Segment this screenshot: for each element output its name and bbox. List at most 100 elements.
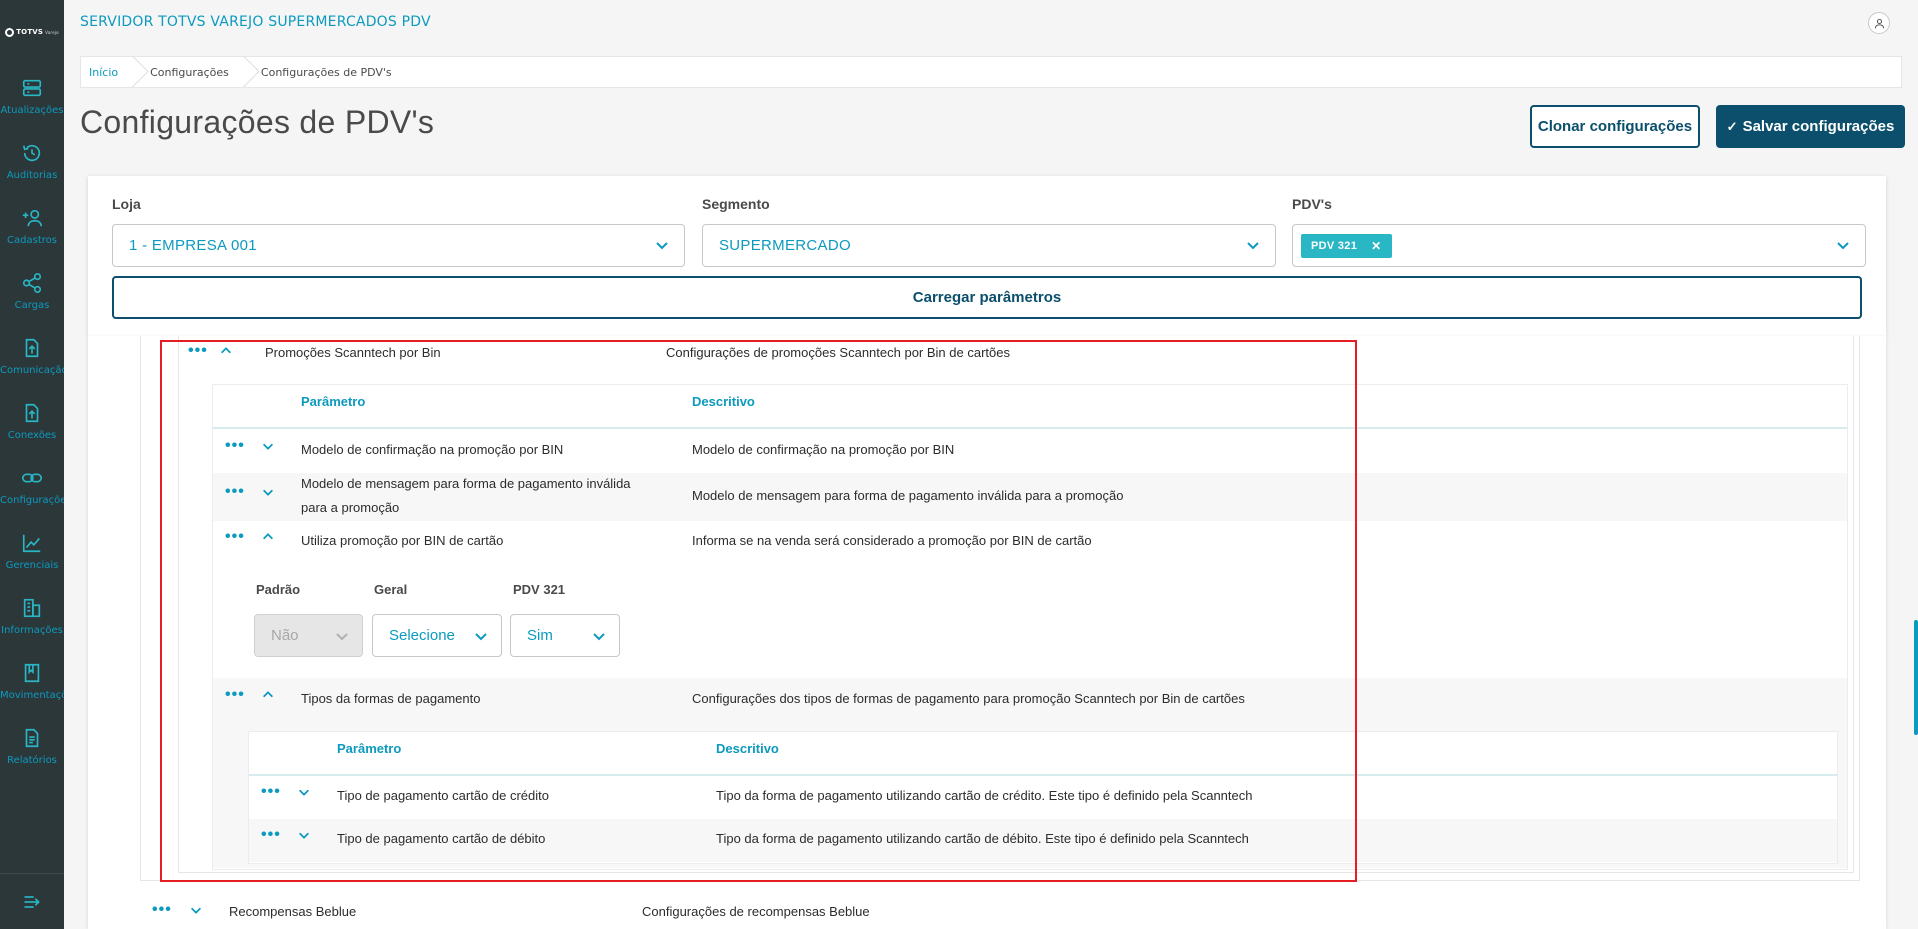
sidebar-item-informacoes[interactable]: Informações xyxy=(0,584,64,649)
chevron-down-icon xyxy=(1245,237,1261,253)
chart-icon xyxy=(22,534,41,553)
breadcrumb-separator xyxy=(239,57,249,87)
book-icon xyxy=(24,663,40,683)
geral-value: Selecione xyxy=(389,627,455,644)
chevron-up-icon[interactable] xyxy=(218,343,234,359)
geral-select[interactable]: Selecione xyxy=(372,614,502,657)
breadcrumb-configuracoes[interactable]: Configurações xyxy=(150,57,239,87)
column-header-parametro: Parâmetro xyxy=(301,394,366,409)
loja-value: 1 - EMPRESA 001 xyxy=(129,237,257,254)
user-icon xyxy=(1874,18,1884,28)
document-icon xyxy=(25,728,39,748)
top-bar: SERVIDOR TOTVS VAREJO SUPERMERCADOS PDV xyxy=(64,0,1918,46)
building-icon xyxy=(23,598,41,618)
server-icon xyxy=(22,79,42,97)
chevron-up-icon[interactable] xyxy=(260,529,276,545)
param-name-continued: para a promoção xyxy=(301,500,400,515)
more-options-icon[interactable]: ••• xyxy=(188,343,207,359)
table-header xyxy=(213,385,1847,429)
upload-doc-icon xyxy=(25,403,39,423)
app-title: SERVIDOR TOTVS VAREJO SUPERMERCADOS PDV xyxy=(80,14,431,30)
param-name: Modelo de confirmação na promoção por BI… xyxy=(301,442,564,457)
sidebar-item-label: Movimentações xyxy=(0,690,64,701)
sidebar-item-label: Gerenciais xyxy=(5,560,59,571)
group-name: Promoções Scanntech por Bin xyxy=(265,345,441,360)
save-config-label: Salvar configurações xyxy=(1742,118,1895,135)
sidebar-item-gerenciais[interactable]: Gerenciais xyxy=(0,519,64,584)
more-options-icon[interactable]: ••• xyxy=(261,827,280,843)
more-options-icon[interactable]: ••• xyxy=(152,902,171,918)
sidebar-item-label: Cadastros xyxy=(7,235,57,246)
add-user-icon xyxy=(22,209,42,227)
sidebar-item-auditorias[interactable]: Auditorias xyxy=(0,129,64,194)
param-description: Modelo de mensagem para forma de pagamen… xyxy=(692,488,1124,503)
chevron-up-icon[interactable] xyxy=(260,687,276,703)
table-row: ••• xyxy=(225,529,276,545)
sidebar-item-atualizacoes[interactable]: Atualizações xyxy=(0,64,64,129)
sidebar-item-configuracoes[interactable]: Configurações xyxy=(0,454,64,519)
pdvs-multiselect[interactable]: PDV 321 ✕ xyxy=(1292,224,1866,267)
user-menu-button[interactable] xyxy=(1868,12,1890,34)
scrollbar-thumb[interactable] xyxy=(1914,620,1918,735)
sidebar-item-label: Configurações xyxy=(0,495,64,506)
pdvs-label: PDV's xyxy=(1292,196,1332,212)
chevron-down-icon xyxy=(473,628,489,644)
more-options-icon[interactable]: ••• xyxy=(225,529,244,545)
sidebar-item-cadastros[interactable]: Cadastros xyxy=(0,194,64,259)
loja-select[interactable]: 1 - EMPRESA 001 xyxy=(112,224,685,267)
sidebar-item-label: Cargas xyxy=(14,300,50,311)
load-params-button[interactable]: Carregar parâmetros xyxy=(112,276,1862,319)
totvs-logo: TOTVS Varejo xyxy=(5,0,59,64)
padrao-value: Não xyxy=(271,627,299,644)
param-description: Tipo da forma de pagamento utilizando ca… xyxy=(716,831,1249,846)
chevron-down-icon[interactable] xyxy=(296,784,312,800)
sidebar-item-conexoes[interactable]: Conexões xyxy=(0,389,64,454)
history-icon xyxy=(22,144,41,162)
sidebar-item-label: Relatórios xyxy=(7,755,57,766)
table-row: ••• xyxy=(261,827,312,843)
chevron-down-icon[interactable] xyxy=(296,827,312,843)
param-description: Informa se na venda será considerado a p… xyxy=(692,533,1092,548)
group-row: ••• xyxy=(152,902,204,918)
column-header-parametro: Parâmetro xyxy=(337,741,402,756)
more-options-icon[interactable]: ••• xyxy=(225,687,244,703)
save-config-button[interactable]: ✓ Salvar configurações xyxy=(1716,105,1905,148)
chevron-down-icon xyxy=(654,237,670,253)
chevron-down-icon xyxy=(1835,237,1851,253)
sidebar-item-relatorios[interactable]: Relatórios xyxy=(0,714,64,779)
more-options-icon[interactable]: ••• xyxy=(261,784,280,800)
segmento-select[interactable]: SUPERMERCADO xyxy=(702,224,1276,267)
param-name: Tipo de pagamento cartão de crédito xyxy=(337,788,549,803)
group-description: Configurações de promoções Scanntech por… xyxy=(666,345,1010,360)
pdv-value-select[interactable]: Sim xyxy=(510,614,620,657)
chevron-down-icon xyxy=(591,628,607,644)
remove-tag-icon[interactable]: ✕ xyxy=(1371,239,1381,253)
sidebar: TOTVS Varejo Atualizações Auditorias Cad… xyxy=(0,0,64,929)
param-name: Tipo de pagamento cartão de débito xyxy=(337,831,546,846)
param-name: Utiliza promoção por BIN de cartão xyxy=(301,533,504,548)
table-header xyxy=(249,732,1837,776)
loja-label: Loja xyxy=(112,196,141,212)
breadcrumb-separator xyxy=(128,57,138,87)
sidebar-item-cargas[interactable]: Cargas xyxy=(0,259,64,324)
param-description: Tipo da forma de pagamento utilizando ca… xyxy=(716,788,1253,803)
totvs-logo-icon xyxy=(5,27,15,37)
sidebar-item-movimentacoes[interactable]: Movimentações xyxy=(0,649,64,714)
sidebar-item-label: Conexões xyxy=(7,430,57,441)
collapse-menu-button[interactable] xyxy=(0,873,64,929)
clone-config-button[interactable]: Clonar configurações xyxy=(1530,105,1700,148)
subgroup-description: Configurações dos tipos de formas de pag… xyxy=(692,691,1245,706)
link-icon xyxy=(22,473,42,483)
chevron-down-icon[interactable] xyxy=(188,902,204,918)
chevron-down-icon[interactable] xyxy=(260,484,276,500)
more-options-icon[interactable]: ••• xyxy=(225,438,244,454)
filters-card: Loja 1 - EMPRESA 001 Segmento SUPERMERCA… xyxy=(88,176,1886,336)
share-icon xyxy=(22,273,42,293)
sidebar-item-comunicacao[interactable]: Comunicação xyxy=(0,324,64,389)
chevron-down-icon[interactable] xyxy=(260,438,276,454)
column-header-descritivo: Descritivo xyxy=(716,741,779,756)
more-options-icon[interactable]: ••• xyxy=(225,484,244,500)
sidebar-item-label: Informações xyxy=(1,625,63,636)
sidebar-item-label: Auditorias xyxy=(6,170,58,181)
pdv-tag: PDV 321 ✕ xyxy=(1301,233,1392,258)
